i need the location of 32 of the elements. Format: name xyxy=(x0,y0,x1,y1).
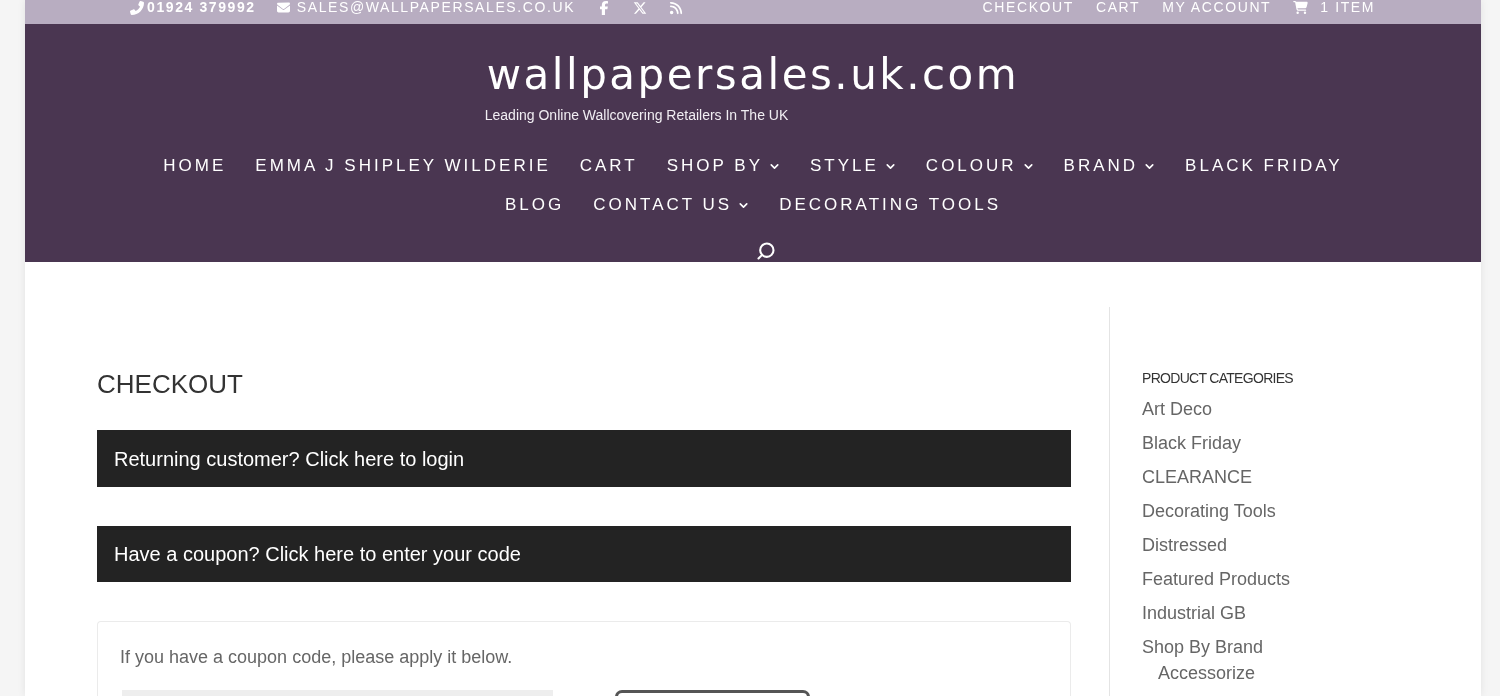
search-icon[interactable] xyxy=(756,241,776,261)
notice-link[interactable]: Have a coupon? Click here to enter your code xyxy=(114,542,521,566)
nav-link[interactable]: BRAND xyxy=(1063,154,1157,178)
cart-icon xyxy=(1293,1,1309,14)
site-tagline: Leading Online Wallcovering Retailers In The UK xyxy=(484,106,789,124)
site-logo[interactable]: wallpapersales.uk.com xyxy=(486,54,1020,96)
category-link[interactable]: Decorating Tools xyxy=(1142,494,1276,528)
nav-link[interactable]: DECORATING TOOLS xyxy=(779,193,1001,217)
category-link[interactable]: Featured Products xyxy=(1142,562,1291,596)
nav-link[interactable]: COLOUR xyxy=(925,154,1035,178)
notice-link[interactable]: Returning customer? Click here to login xyxy=(114,446,465,471)
sidebar-heading: PRODUCT CATEGORIES xyxy=(1142,369,1293,387)
nav-link[interactable]: SHOP BY xyxy=(666,154,781,178)
category-link[interactable]: Art Deco xyxy=(1142,392,1213,426)
page-title: CHECKOUT xyxy=(97,369,243,399)
nav-link[interactable]: EMMA J SHIPLEY WILDERIE xyxy=(255,154,551,178)
category-link[interactable]: Industrial GB xyxy=(1142,596,1247,630)
category-link[interactable]: Black Friday xyxy=(1142,426,1242,460)
nav-link[interactable]: HOME xyxy=(163,154,227,178)
category-link[interactable]: Distressed xyxy=(1142,528,1228,562)
x-logo-icon[interactable] xyxy=(633,0,648,15)
rss-icon[interactable] xyxy=(669,0,684,15)
envelope-icon xyxy=(275,1,291,14)
nav-link[interactable]: BLACK FRIDAY xyxy=(1185,154,1343,178)
coupon-message: If you have a coupon code, please apply it below. xyxy=(120,646,513,668)
phone-icon xyxy=(130,0,144,15)
nav-link[interactable]: STYLE xyxy=(810,154,897,178)
nav-link[interactable]: BLOG xyxy=(505,193,565,217)
category-link[interactable]: CLEARANCE xyxy=(1142,460,1253,494)
outlined-button[interactable] xyxy=(615,690,810,696)
nav-link[interactable]: CART xyxy=(579,154,638,178)
nav-link[interactable]: CONTACT US xyxy=(593,193,751,217)
